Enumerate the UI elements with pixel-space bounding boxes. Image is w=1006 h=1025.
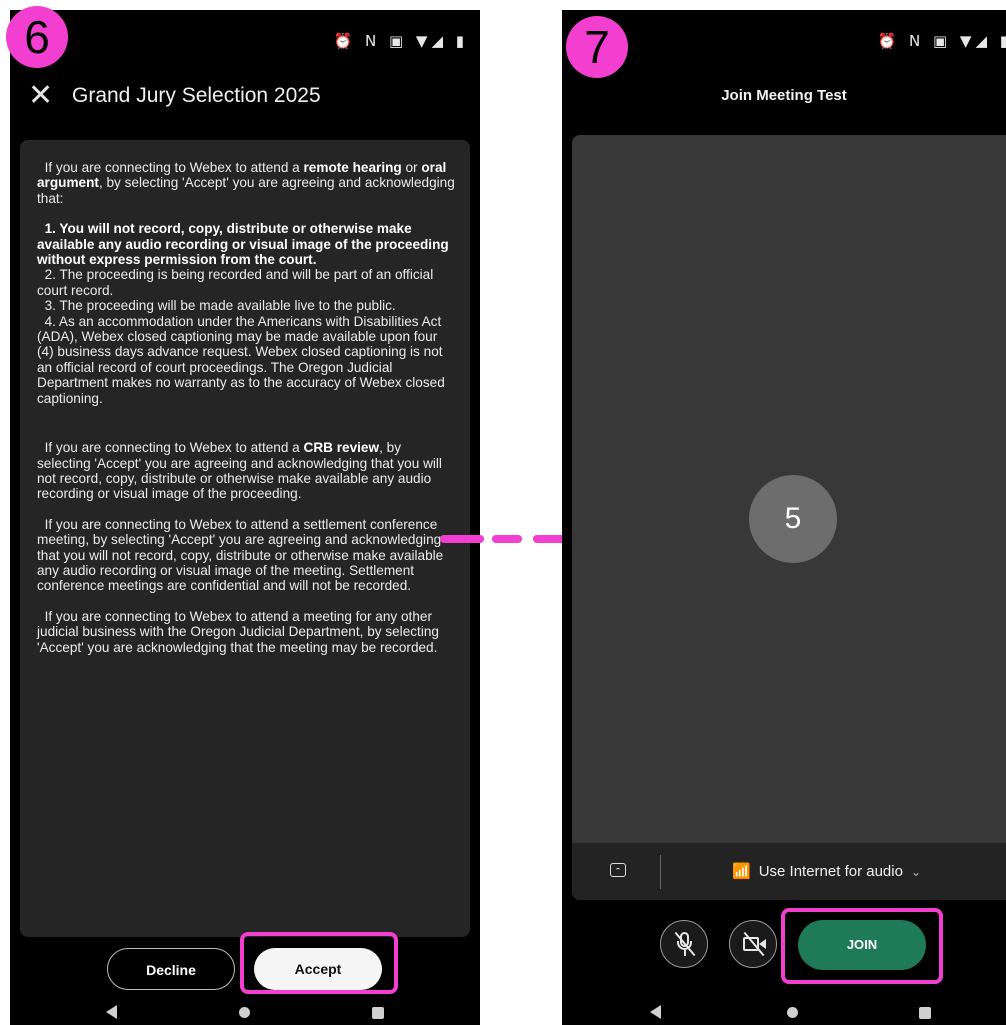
nav-bar	[10, 995, 480, 1025]
step-badge-7: 7	[566, 16, 628, 78]
decline-button[interactable]: Decline	[107, 948, 235, 990]
terms-text: If you are connecting to Webex to attend…	[37, 160, 457, 655]
status-bar: ⏰ N ▣ ▼◢ ▮	[562, 10, 1006, 68]
join-highlight	[781, 908, 943, 984]
home-icon[interactable]	[239, 1007, 250, 1018]
terms-card: If you are connecting to Webex to attend…	[20, 140, 470, 937]
home-icon[interactable]	[787, 1007, 798, 1018]
status-icons: ⏰ N ▣ ▼◢ ▮	[333, 32, 468, 50]
terms-item-1: 1. You will not record, copy, distribute…	[37, 221, 449, 268]
chevron-down-icon: ⌄	[910, 865, 922, 879]
avatar: 5	[749, 475, 837, 563]
mute-button[interactable]	[660, 920, 708, 968]
terms-paragraph-3: If you are connecting to Webex to attend…	[37, 516, 444, 594]
arrow-dash	[440, 535, 484, 543]
accept-highlight	[240, 932, 398, 994]
redacted-area	[84, 24, 196, 54]
camera-button[interactable]	[729, 920, 777, 968]
audio-option-label: Use Internet for audio	[758, 863, 903, 880]
arrow-dash	[492, 535, 522, 543]
terms-item-3: 3. The proceeding will be made available…	[44, 298, 396, 314]
video-preview: 5 📶 Use Internet for audio ⌄	[572, 135, 1006, 900]
back-icon[interactable]	[650, 1005, 661, 1019]
dialog-title: Grand Jury Selection 2025	[72, 84, 321, 107]
terms-item-4: 4. As an accommodation under the America…	[37, 313, 445, 406]
step-badge-6: 6	[6, 6, 68, 68]
audio-option-select[interactable]: 📶 Use Internet for audio ⌄	[732, 862, 921, 880]
status-icons: ⏰ N ▣ ▼◢ ▮	[877, 32, 1006, 50]
status-bar: ⏰ N ▣ ▼◢ ▮	[10, 10, 480, 68]
recents-icon[interactable]	[919, 1007, 931, 1019]
terms-screen: ⏰ N ▣ ▼◢ ▮ ✕ Grand Jury Selection 2025 I…	[10, 10, 480, 1025]
recents-icon[interactable]	[372, 1007, 384, 1019]
terms-paragraph-2: If you are connecting to Webex to attend…	[37, 440, 442, 502]
terms-item-2: 2. The proceeding is being recorded and …	[37, 267, 434, 298]
wifi-icon: 📶	[732, 862, 751, 880]
close-icon[interactable]: ✕	[28, 81, 56, 111]
terms-paragraph-4: If you are connecting to Webex to attend…	[37, 608, 439, 655]
divider	[660, 855, 661, 889]
terms-paragraph-1: If you are connecting to Webex to attend…	[37, 160, 455, 206]
cast-icon[interactable]	[610, 863, 626, 877]
nav-bar	[562, 995, 1006, 1025]
meeting-title: Join Meeting Test	[721, 87, 847, 104]
join-meeting-screen: ⏰ N ▣ ▼◢ ▮ Join Meeting Test 5 📶 Use Inte…	[562, 10, 1006, 1025]
audio-bar: 📶 Use Internet for audio ⌄	[572, 843, 1006, 900]
back-icon[interactable]	[106, 1005, 117, 1019]
